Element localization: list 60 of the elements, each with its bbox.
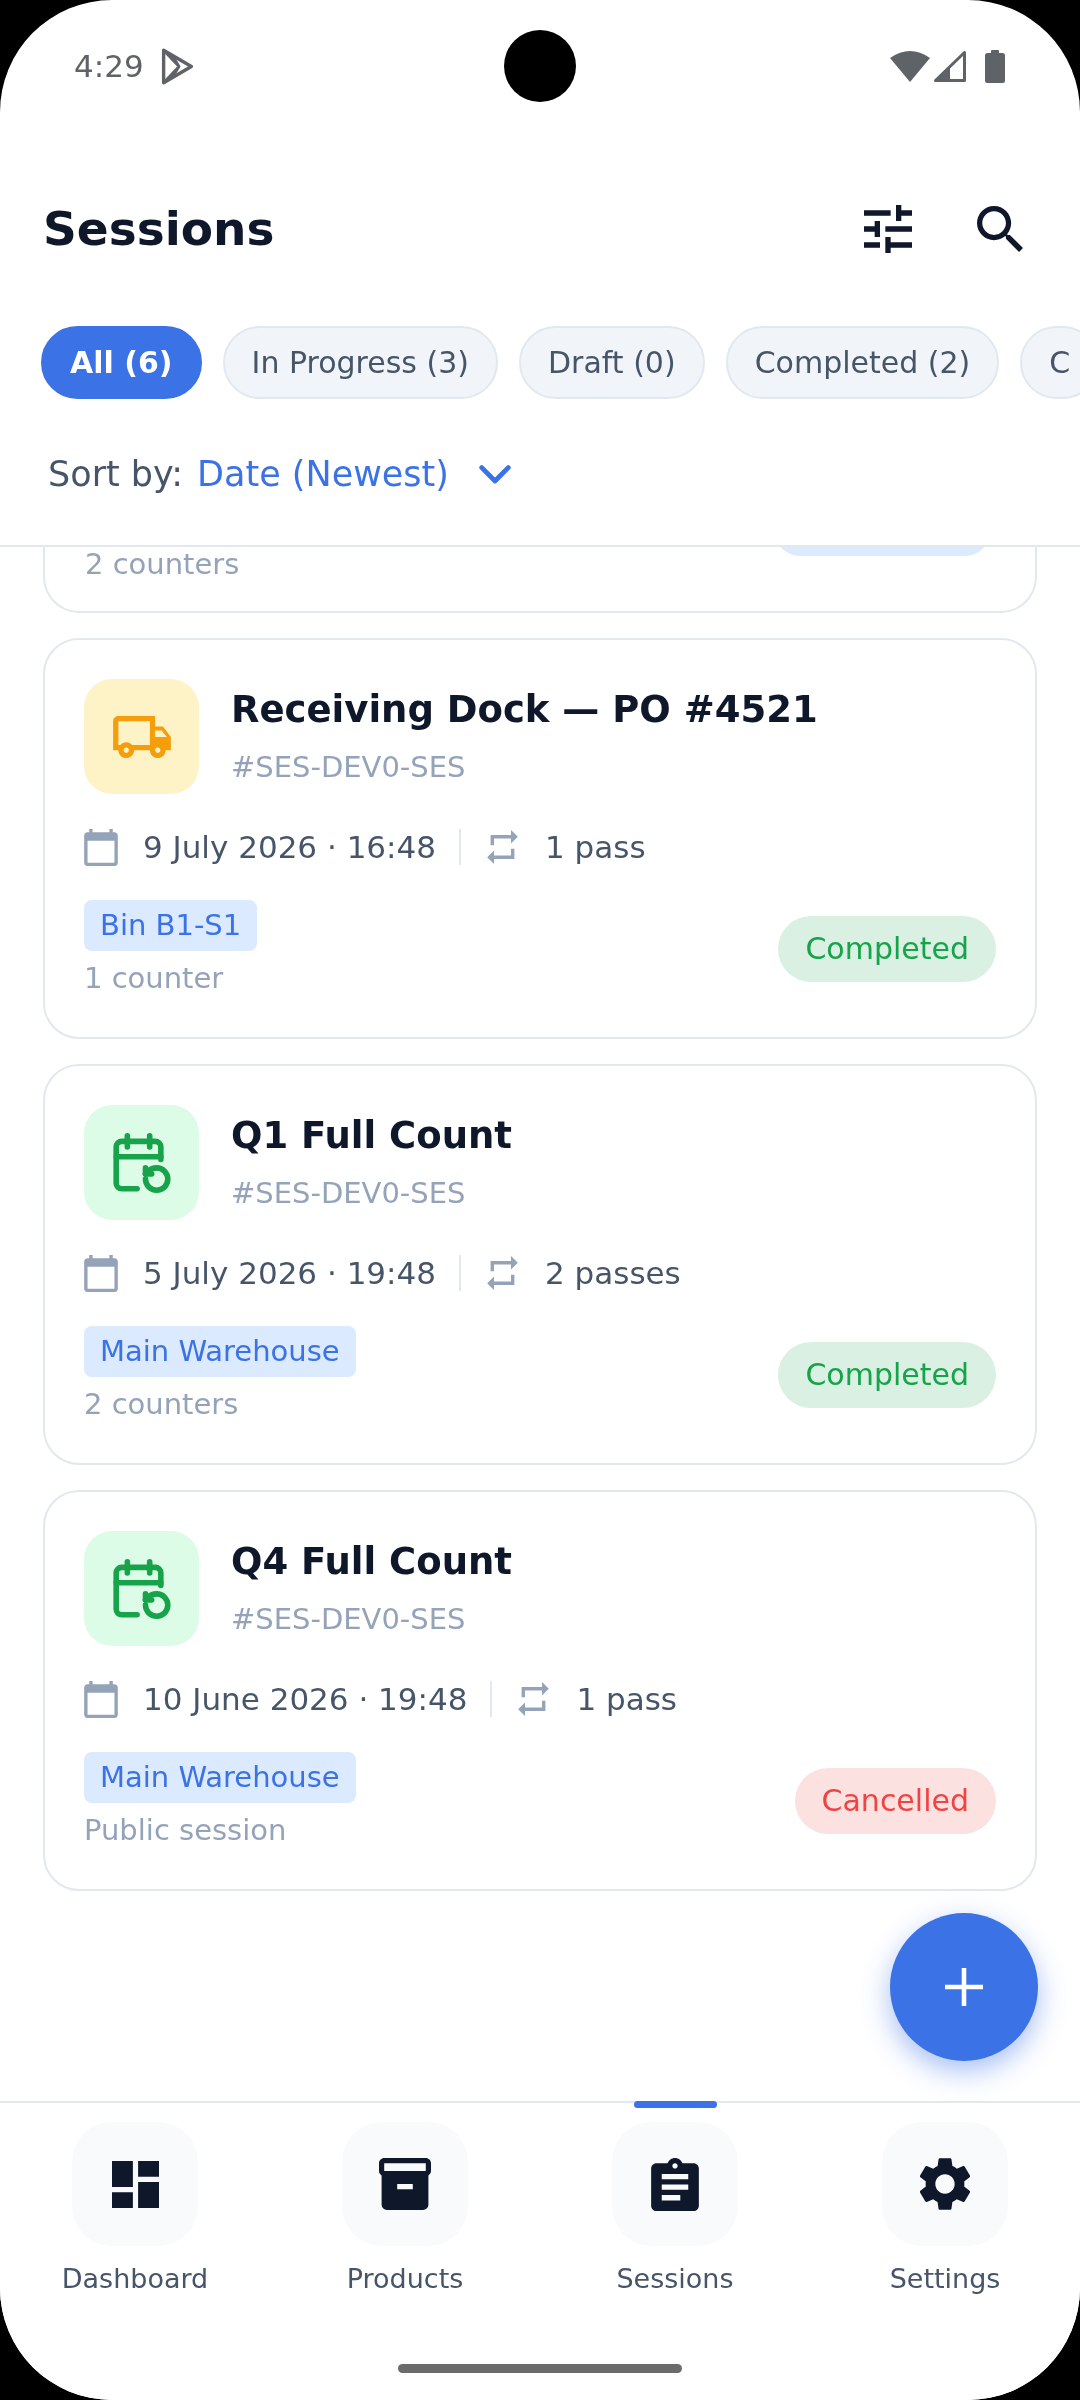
page-title: Sessions <box>43 200 275 258</box>
sliders-icon <box>864 205 912 253</box>
sort-dropdown[interactable]: Date (Newest) <box>197 452 511 496</box>
counter-note: 2 counters <box>84 1386 239 1423</box>
session-date: 9 July 2026 · 16:48 <box>143 828 436 867</box>
dashboard-icon <box>72 2122 198 2246</box>
filter-chip[interactable]: In Progress (3) <box>222 326 498 399</box>
location-tag: Main Warehouse <box>84 1752 356 1803</box>
calendar-refresh-icon <box>84 1531 199 1646</box>
repeat-icon <box>487 830 518 864</box>
session-title: Receiving Dock — PO #4521 <box>231 687 818 733</box>
location-tag: Bin B1-S1 <box>84 900 258 951</box>
status-badge: Completed <box>778 916 996 982</box>
session-code: #SES-DEV0-SES <box>231 1601 467 1638</box>
archive-box-icon <box>342 2122 468 2246</box>
location-tag: Main Warehouse <box>84 1326 356 1377</box>
repeat-icon <box>487 1256 518 1290</box>
filter-chip[interactable]: C <box>1020 326 1080 399</box>
settings-icon <box>882 2122 1008 2246</box>
wifi-icon <box>890 50 930 82</box>
counter-note: 1 counter <box>84 960 224 997</box>
session-date: 10 June 2026 · 19:48 <box>143 1680 468 1719</box>
counter-note: Public session <box>84 1812 287 1849</box>
play-triangle-icon <box>160 47 194 85</box>
nav-tab[interactable]: Sessions <box>540 2101 810 2297</box>
nav-tab[interactable]: Dashboard <box>0 2101 270 2297</box>
chevron-down-icon <box>478 464 511 484</box>
plus-icon <box>945 1968 983 2006</box>
filter-chip[interactable]: Draft (0) <box>519 326 705 399</box>
repeat-icon <box>518 1682 550 1716</box>
session-code: #SES-DEV0-SES <box>231 1175 467 1212</box>
clipboard-icon <box>612 2122 738 2246</box>
session-title: Q1 Full Count <box>231 1113 513 1159</box>
calendar-icon <box>84 1254 118 1292</box>
session-card[interactable]: Q1 Full Count #SES-DEV0-SES 5 July 2026 · 19:48 2 passes Main Warehouse 2 counters Completed <box>43 1064 1037 1465</box>
truck-icon <box>84 679 199 794</box>
session-code: #SES-DEV0-SES <box>231 749 467 786</box>
calendar-refresh-icon <box>84 1105 199 1220</box>
status-badge: Cancelled <box>794 1768 996 1834</box>
battery-icon <box>985 49 1005 83</box>
counter-note: 2 counters <box>85 547 240 581</box>
nav-tab[interactable]: Settings <box>810 2101 1080 2297</box>
session-card[interactable]: Q4 Full Count #SES-DEV0-SES 10 June 2026 · 19:48 1 pass Main Warehouse Public session Cancelled <box>43 1490 1037 1891</box>
pass-count: 2 passes <box>545 1254 681 1293</box>
calendar-icon <box>84 1680 118 1718</box>
nav-tab[interactable]: Products <box>270 2101 540 2297</box>
session-card[interactable]: Receiving Dock — PO #4521 #SES-DEV0-SES 9 July 2026 · 16:48 1 pass Bin B1-S1 1 counter Completed <box>43 638 1037 1039</box>
sort-label: Sort by: <box>48 453 184 496</box>
status-time: 4:29 <box>74 47 144 86</box>
pass-count: 1 pass <box>545 828 646 867</box>
add-button[interactable] <box>890 1913 1038 2061</box>
status-badge: Completed <box>778 1342 996 1408</box>
signal-icon <box>934 50 966 82</box>
pass-count: 1 pass <box>576 1680 678 1719</box>
filter-chip[interactable]: Completed (2) <box>725 326 1000 399</box>
calendar-icon <box>84 828 118 866</box>
session-date: 5 July 2026 · 19:48 <box>143 1254 436 1293</box>
filter-chip[interactable]: All (6) <box>41 326 202 399</box>
session-title: Q4 Full Count <box>231 1539 513 1585</box>
search-icon <box>977 206 1023 252</box>
